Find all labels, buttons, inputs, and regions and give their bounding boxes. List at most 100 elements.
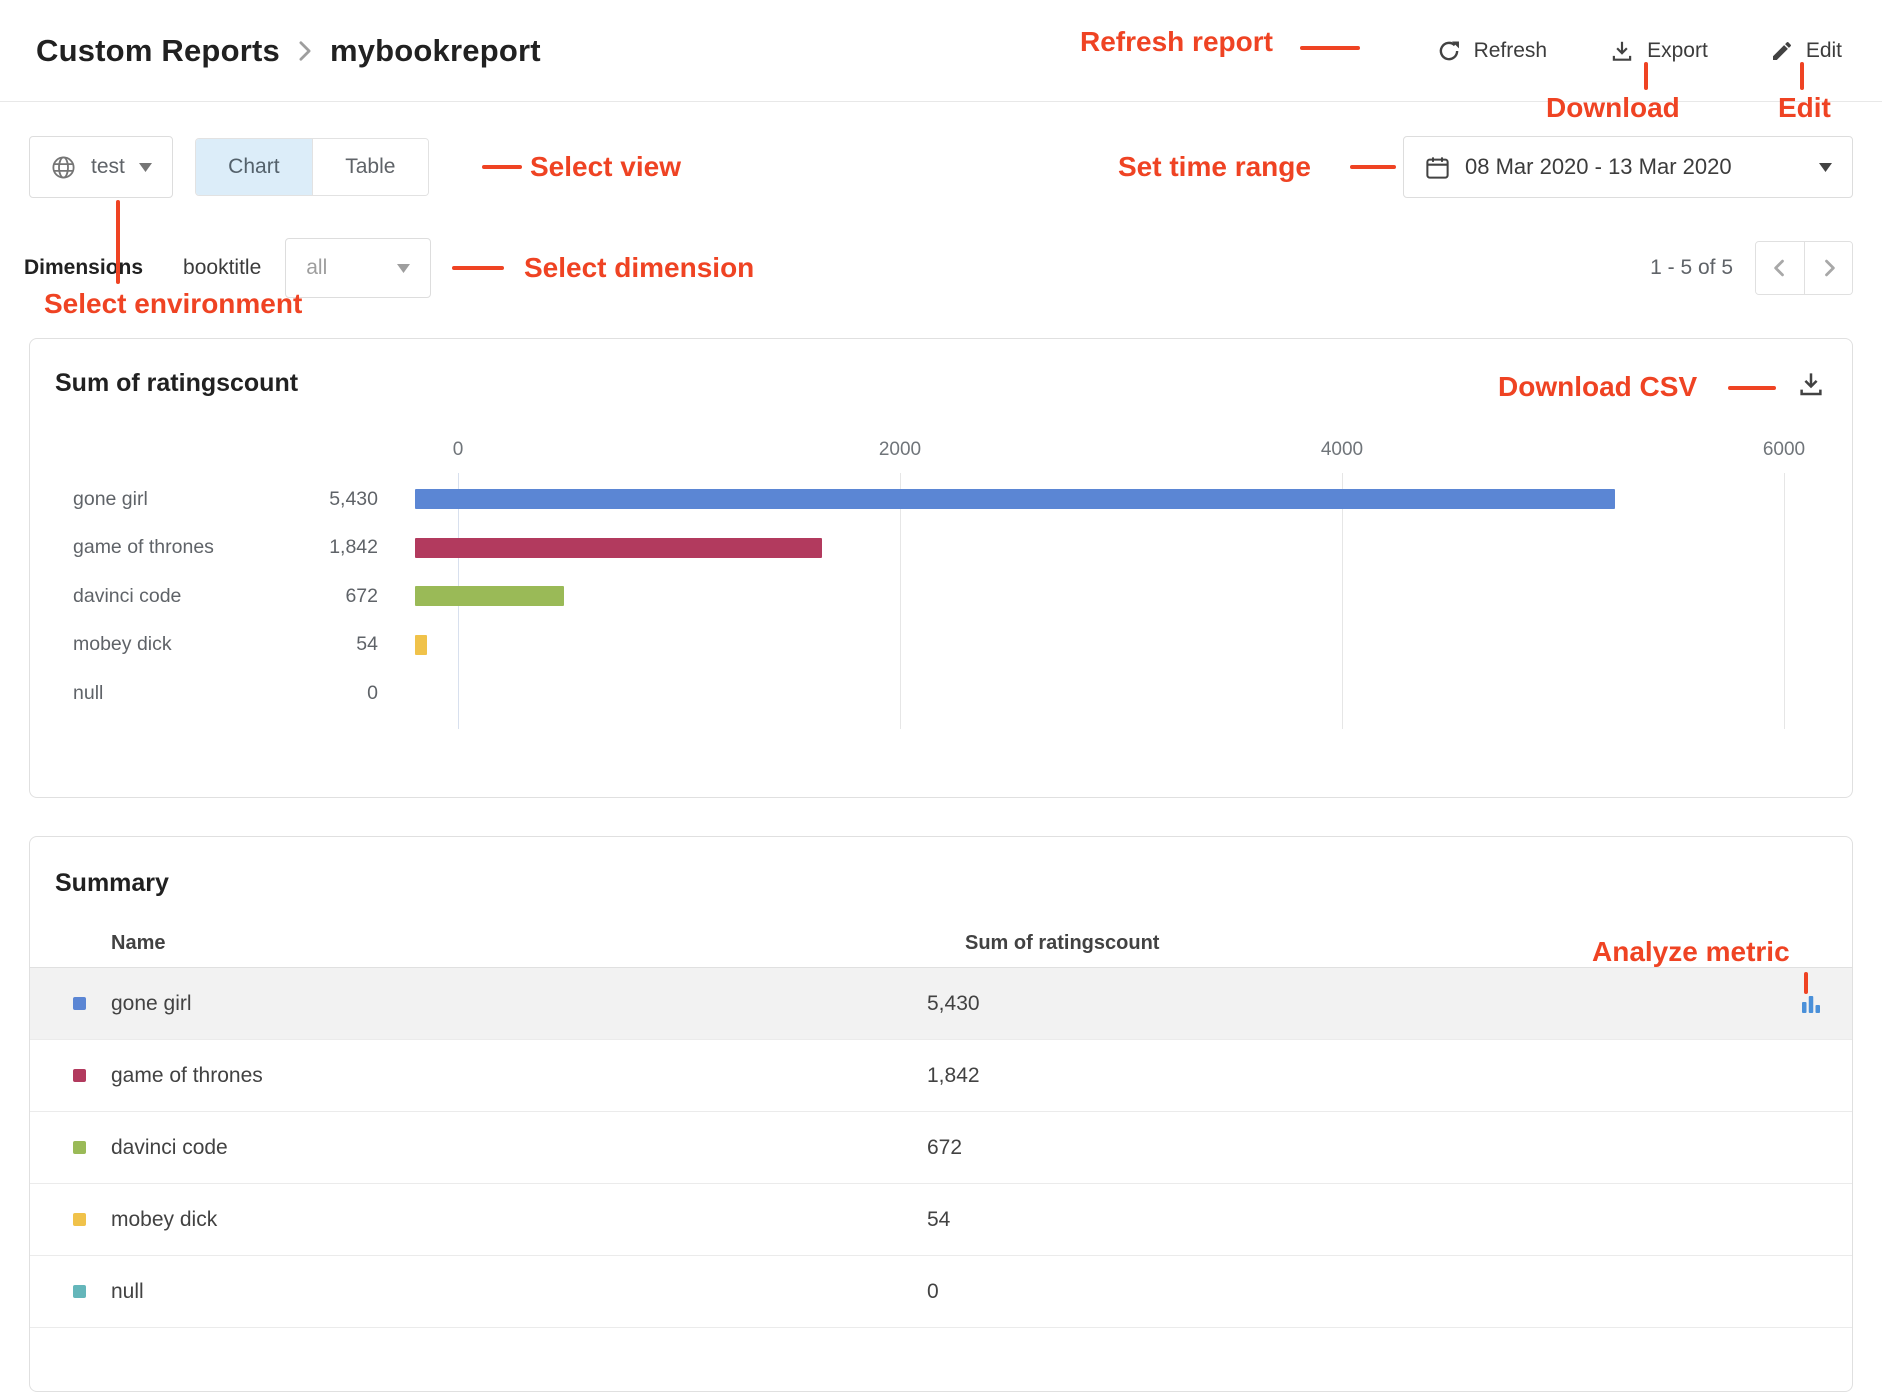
pagination-buttons	[1755, 241, 1853, 295]
breadcrumb: Custom Reports mybookreport	[36, 33, 541, 69]
summary-table-header: Name Sum of ratingscount	[30, 920, 1852, 968]
chart-bar	[415, 586, 564, 606]
breadcrumb-report-name: mybookreport	[330, 33, 541, 69]
tab-table[interactable]: Table	[312, 139, 428, 195]
annotation-select-environment: Select environment	[44, 288, 302, 320]
row-metric-value: 1,842	[927, 1064, 980, 1088]
table-row: gone girl5,430	[30, 968, 1852, 1040]
date-range-value: 08 Mar 2020 - 13 Mar 2020	[1465, 154, 1732, 180]
annotation-line	[1804, 972, 1808, 994]
annotation-line	[1728, 386, 1776, 390]
environment-value: test	[91, 155, 125, 179]
refresh-icon	[1436, 38, 1462, 64]
environment-dropdown[interactable]: test	[29, 136, 173, 198]
globe-icon	[50, 154, 77, 181]
summary-title: Summary	[30, 837, 1852, 898]
x-tick-label: 6000	[1763, 439, 1805, 461]
x-tick-label: 4000	[1321, 439, 1363, 461]
analyze-metric-icon[interactable]	[1800, 993, 1822, 1015]
chart-rows: gone girl5,430game of thrones1,842davinc…	[30, 463, 1852, 718]
chart-row-label: gone girl	[30, 488, 280, 511]
table-row: null0	[30, 1256, 1852, 1328]
chart-bar-track	[415, 489, 1741, 509]
export-button[interactable]: Export	[1609, 38, 1708, 64]
pagination-prev-button[interactable]	[1756, 242, 1804, 294]
app-header: Custom Reports mybookreport Refresh Expo…	[0, 0, 1882, 102]
annotation-line	[116, 200, 120, 284]
chart-row-value: 54	[280, 633, 378, 656]
annotation-line	[1300, 46, 1360, 50]
pencil-icon	[1770, 39, 1794, 63]
row-name: null	[111, 1280, 927, 1304]
tab-chart[interactable]: Chart	[196, 139, 312, 195]
summary-table-body: gone girl5,430game of thrones1,842davinc…	[30, 968, 1852, 1328]
row-name: mobey dick	[111, 1208, 927, 1232]
row-name: gone girl	[111, 992, 927, 1016]
annotation-select-view: Select view	[530, 151, 681, 183]
chevron-down-icon	[1819, 163, 1832, 172]
view-toggle: Chart Table	[195, 138, 429, 196]
chart-bar	[415, 635, 427, 655]
chart-row: game of thrones1,842	[30, 524, 1852, 573]
column-header-name: Name	[111, 932, 965, 955]
chevron-down-icon	[139, 163, 152, 172]
table-row: game of thrones1,842	[30, 1040, 1852, 1112]
annotation-line	[1644, 62, 1648, 90]
annotation-select-dimension: Select dimension	[524, 252, 754, 284]
breadcrumb-custom-reports[interactable]: Custom Reports	[36, 33, 280, 69]
table-row: mobey dick54	[30, 1184, 1852, 1256]
row-name: davinci code	[111, 1136, 927, 1160]
legend-swatch	[73, 1069, 86, 1082]
legend-swatch	[73, 1285, 86, 1298]
annotation-line	[1350, 165, 1396, 169]
dimension-value-dropdown[interactable]: all	[285, 238, 431, 298]
legend-swatch	[73, 1141, 86, 1154]
chart-bar-track	[415, 538, 1741, 558]
annotation-line	[452, 266, 504, 270]
table-row: davinci code672	[30, 1112, 1852, 1184]
annotation-analyze-metric: Analyze metric	[1592, 936, 1790, 968]
row-metric-value: 5,430	[927, 992, 980, 1016]
chart-row-value: 672	[280, 585, 378, 608]
calendar-icon	[1424, 154, 1451, 181]
chart-row-value: 5,430	[280, 488, 378, 511]
chart-bar	[415, 538, 822, 558]
chart-row-value: 0	[280, 682, 378, 705]
chart-row: gone girl5,430	[30, 475, 1852, 524]
download-csv-icon[interactable]	[1796, 369, 1826, 399]
bar-chart: 0200040006000 gone girl5,430game of thro…	[30, 439, 1852, 718]
annotation-line	[1800, 62, 1804, 90]
chart-card: Sum of ratingscount 0200040006000 gone g…	[29, 338, 1853, 798]
chart-x-axis: 0200040006000	[458, 439, 1784, 463]
row-metric-value: 54	[927, 1208, 950, 1232]
chart-row-value: 1,842	[280, 536, 378, 559]
x-tick-label: 0	[453, 439, 464, 461]
chart-row-label: mobey dick	[30, 633, 280, 656]
chart-row-label: davinci code	[30, 585, 280, 608]
chart-bar	[415, 489, 1615, 509]
chart-bar-track	[415, 635, 1741, 655]
annotation-download: Download	[1546, 92, 1680, 124]
pagination: 1 - 5 of 5	[1650, 241, 1853, 295]
annotation-download-csv: Download CSV	[1498, 371, 1697, 403]
date-range-dropdown[interactable]: 08 Mar 2020 - 13 Mar 2020	[1403, 136, 1853, 198]
chart-title: Sum of ratingscount	[55, 369, 298, 398]
dimensions-label: Dimensions	[24, 256, 143, 280]
row-metric-value: 672	[927, 1136, 962, 1160]
legend-swatch	[73, 997, 86, 1010]
refresh-button[interactable]: Refresh	[1436, 38, 1548, 64]
chevron-right-icon	[298, 40, 312, 62]
annotation-refresh-report: Refresh report	[1080, 26, 1273, 58]
annotation-set-time-range: Set time range	[1118, 151, 1311, 183]
edit-button[interactable]: Edit	[1770, 39, 1842, 63]
edit-label: Edit	[1806, 39, 1842, 63]
dimension-value: all	[306, 256, 327, 280]
column-header-metric: Sum of ratingscount	[965, 932, 1159, 955]
pagination-range: 1 - 5 of 5	[1650, 256, 1733, 280]
pagination-next-button[interactable]	[1804, 242, 1852, 294]
row-name: game of thrones	[111, 1064, 927, 1088]
refresh-label: Refresh	[1474, 39, 1548, 63]
annotation-line	[482, 165, 522, 169]
dimension-name: booktitle	[183, 256, 261, 280]
chevron-down-icon	[397, 264, 410, 273]
